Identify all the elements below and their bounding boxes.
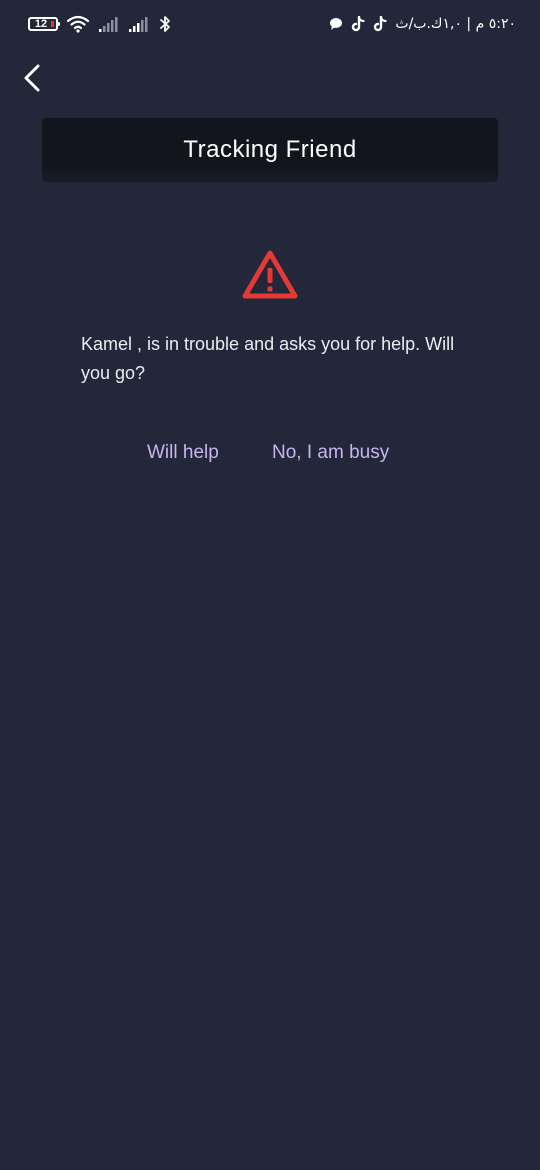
status-bar: 12 ٥:٢٠ م | ١,٠ك.ب/ث <box>0 0 540 50</box>
status-time-network-speed: ٥:٢٠ م | ١,٠ك.ب/ث <box>395 16 516 32</box>
title-card: Tracking Friend <box>42 118 498 182</box>
busy-button[interactable]: No, I am busy <box>272 438 389 468</box>
battery-icon: 12 <box>28 17 60 31</box>
back-button[interactable] <box>14 60 50 96</box>
warning-triangle-icon <box>242 250 298 299</box>
chat-bubble-icon <box>330 18 343 30</box>
will-help-button[interactable]: Will help <box>147 438 219 468</box>
chevron-left-icon <box>24 64 40 92</box>
wifi-icon <box>66 15 90 33</box>
alert-message: Kamel , is in trouble and asks you for h… <box>81 334 455 383</box>
bluetooth-icon <box>160 16 170 32</box>
status-bar-right: ٥:٢٠ م | ١,٠ك.ب/ث <box>329 13 516 35</box>
status-bar-left: 12 <box>28 13 172 35</box>
tiktok-icon <box>352 16 365 32</box>
signal-icon <box>99 17 118 32</box>
signal-icon <box>129 17 148 32</box>
tiktok-icon <box>374 16 387 32</box>
page-title: Tracking Friend <box>183 136 357 163</box>
battery-level: 12 <box>34 18 48 30</box>
